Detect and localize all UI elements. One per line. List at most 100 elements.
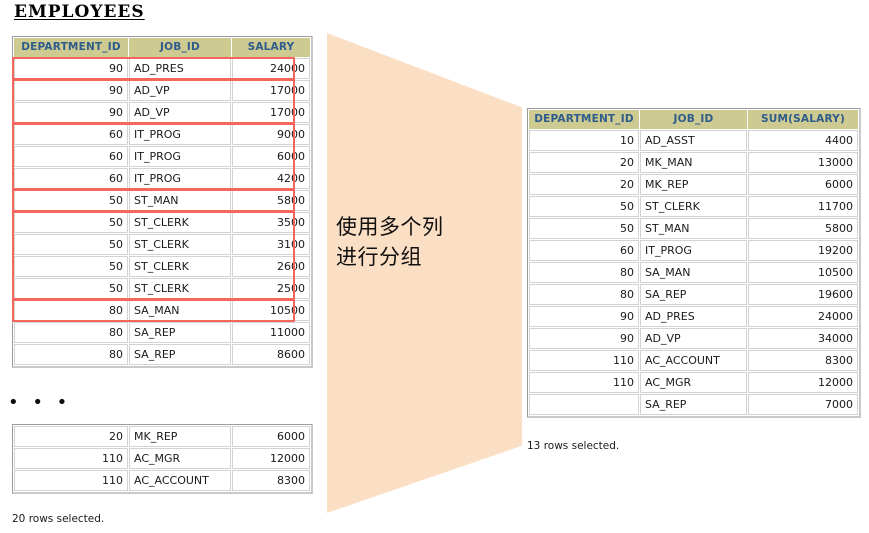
- summary-cell-sum-salary: 12000: [748, 372, 858, 393]
- summary-cell-department-id: 110: [529, 372, 639, 393]
- summary-cell-job-id: SA_REP: [640, 394, 747, 415]
- employees-cell-job-id: ST_CLERK: [129, 278, 231, 299]
- summary-cell-job-id: AD_VP: [640, 328, 747, 349]
- table-row[interactable]: 50 ST_CLERK 2600: [14, 256, 310, 277]
- table-row[interactable]: 90 AD_VP 17000: [14, 102, 310, 123]
- table-row[interactable]: 50 ST_MAN 5800: [529, 218, 858, 239]
- grouped-summary-table: DEPARTMENT_ID JOB_ID SUM(SALARY) 10 AD_AS…: [527, 108, 861, 418]
- employees-cell-department-id: 80: [14, 344, 128, 365]
- employees-cell-salary: 12000: [232, 448, 310, 469]
- table-row[interactable]: 50 ST_CLERK 3500: [14, 212, 310, 233]
- table-row[interactable]: 50 ST_CLERK 3100: [14, 234, 310, 255]
- table-row[interactable]: 80 SA_REP 19600: [529, 284, 858, 305]
- employees-cell-job-id: AD_PRES: [129, 58, 231, 79]
- employees-cell-department-id: 90: [14, 80, 128, 101]
- summary-cell-sum-salary: 8300: [748, 350, 858, 371]
- table-row[interactable]: 10 AD_ASST 4400: [529, 130, 858, 151]
- summary-cell-department-id: 20: [529, 174, 639, 195]
- table-header-row: DEPARTMENT_ID JOB_ID SALARY: [14, 38, 310, 57]
- employees-cell-job-id: ST_CLERK: [129, 212, 231, 233]
- summary-cell-sum-salary: 19200: [748, 240, 858, 261]
- table-row[interactable]: 20 MK_REP 6000: [529, 174, 858, 195]
- employees-cell-department-id: 20: [14, 426, 128, 447]
- table-row[interactable]: 50 ST_CLERK 11700: [529, 196, 858, 217]
- summary-cell-sum-salary: 19600: [748, 284, 858, 305]
- summary-cell-sum-salary: 5800: [748, 218, 858, 239]
- column-header-job-id[interactable]: JOB_ID: [129, 38, 231, 57]
- employees-cell-salary: 6000: [232, 426, 310, 447]
- employees-cell-salary: 9000: [232, 124, 310, 145]
- table-row[interactable]: 60 IT_PROG 19200: [529, 240, 858, 261]
- table-row[interactable]: 110 AC_ACCOUNT 8300: [14, 470, 310, 491]
- table-row[interactable]: 110 AC_MGR 12000: [529, 372, 858, 393]
- summary-cell-department-id: [529, 394, 639, 415]
- employees-cell-department-id: 50: [14, 190, 128, 211]
- employees-cell-job-id: IT_PROG: [129, 124, 231, 145]
- employees-cell-job-id: AC_ACCOUNT: [129, 470, 231, 491]
- employees-cell-salary: 3500: [232, 212, 310, 233]
- truncation-ellipsis: • • •: [8, 392, 72, 413]
- employees-cell-job-id: MK_REP: [129, 426, 231, 447]
- table-row[interactable]: 60 IT_PROG 6000: [14, 146, 310, 167]
- employees-cell-salary: 17000: [232, 80, 310, 101]
- employees-cell-job-id: SA_REP: [129, 344, 231, 365]
- employees-cell-salary: 8300: [232, 470, 310, 491]
- table-row[interactable]: 90 AD_VP 34000: [529, 328, 858, 349]
- summary-cell-sum-salary: 10500: [748, 262, 858, 283]
- employees-cell-job-id: AD_VP: [129, 80, 231, 101]
- column-header-sum-salary[interactable]: SUM(SALARY): [748, 110, 858, 129]
- employees-cell-department-id: 80: [14, 300, 128, 321]
- table-row[interactable]: 80 SA_REP 11000: [14, 322, 310, 343]
- summary-cell-job-id: MK_REP: [640, 174, 747, 195]
- employees-cell-department-id: 60: [14, 168, 128, 189]
- employees-cell-job-id: ST_CLERK: [129, 234, 231, 255]
- summary-cell-sum-salary: 7000: [748, 394, 858, 415]
- column-header-salary[interactable]: SALARY: [232, 38, 310, 57]
- table-row[interactable]: 60 IT_PROG 9000: [14, 124, 310, 145]
- employees-cell-salary: 4200: [232, 168, 310, 189]
- column-header-department-id[interactable]: DEPARTMENT_ID: [529, 110, 639, 129]
- table-row[interactable]: 60 IT_PROG 4200: [14, 168, 310, 189]
- summary-cell-department-id: 60: [529, 240, 639, 261]
- summary-cell-department-id: 80: [529, 284, 639, 305]
- employees-cell-department-id: 50: [14, 278, 128, 299]
- table-row[interactable]: 90 AD_PRES 24000: [14, 58, 310, 79]
- column-header-department-id[interactable]: DEPARTMENT_ID: [14, 38, 128, 57]
- employees-cell-job-id: SA_REP: [129, 322, 231, 343]
- table-header-row: DEPARTMENT_ID JOB_ID SUM(SALARY): [529, 110, 858, 129]
- table-row[interactable]: 110 AC_ACCOUNT 8300: [529, 350, 858, 371]
- table-row[interactable]: 80 SA_MAN 10500: [529, 262, 858, 283]
- summary-cell-department-id: 10: [529, 130, 639, 151]
- table-row[interactable]: 110 AC_MGR 12000: [14, 448, 310, 469]
- employees-cell-department-id: 50: [14, 256, 128, 277]
- employees-table-title: EMPLOYEES: [14, 2, 145, 22]
- employees-cell-department-id: 90: [14, 58, 128, 79]
- table-row[interactable]: 50 ST_CLERK 2500: [14, 278, 310, 299]
- table-row[interactable]: 50 ST_MAN 5800: [14, 190, 310, 211]
- process-arrow-shape: [327, 33, 522, 513]
- employees-cell-department-id: 60: [14, 146, 128, 167]
- table-row[interactable]: 20 MK_MAN 13000: [529, 152, 858, 173]
- table-row[interactable]: SA_REP 7000: [529, 394, 858, 415]
- employees-cell-salary: 5800: [232, 190, 310, 211]
- summary-cell-sum-salary: 11700: [748, 196, 858, 217]
- table-row[interactable]: 80 SA_MAN 10500: [14, 300, 310, 321]
- process-arrow-label: 使用多个列 进行分组: [336, 212, 516, 272]
- summary-cell-job-id: AC_MGR: [640, 372, 747, 393]
- summary-cell-sum-salary: 34000: [748, 328, 858, 349]
- summary-cell-job-id: AD_ASST: [640, 130, 747, 151]
- employees-cell-job-id: AD_VP: [129, 102, 231, 123]
- summary-cell-department-id: 110: [529, 350, 639, 371]
- summary-cell-department-id: 50: [529, 218, 639, 239]
- summary-cell-department-id: 80: [529, 262, 639, 283]
- table-row[interactable]: 80 SA_REP 8600: [14, 344, 310, 365]
- table-row[interactable]: 90 AD_VP 17000: [14, 80, 310, 101]
- table-row[interactable]: 20 MK_REP 6000: [14, 426, 310, 447]
- column-header-job-id[interactable]: JOB_ID: [640, 110, 747, 129]
- process-arrow-label-line2: 进行分组: [336, 245, 422, 269]
- summary-rows-selected-note: 13 rows selected.: [527, 440, 620, 452]
- employees-cell-salary: 6000: [232, 146, 310, 167]
- summary-cell-job-id: ST_MAN: [640, 218, 747, 239]
- summary-cell-job-id: AD_PRES: [640, 306, 747, 327]
- table-row[interactable]: 90 AD_PRES 24000: [529, 306, 858, 327]
